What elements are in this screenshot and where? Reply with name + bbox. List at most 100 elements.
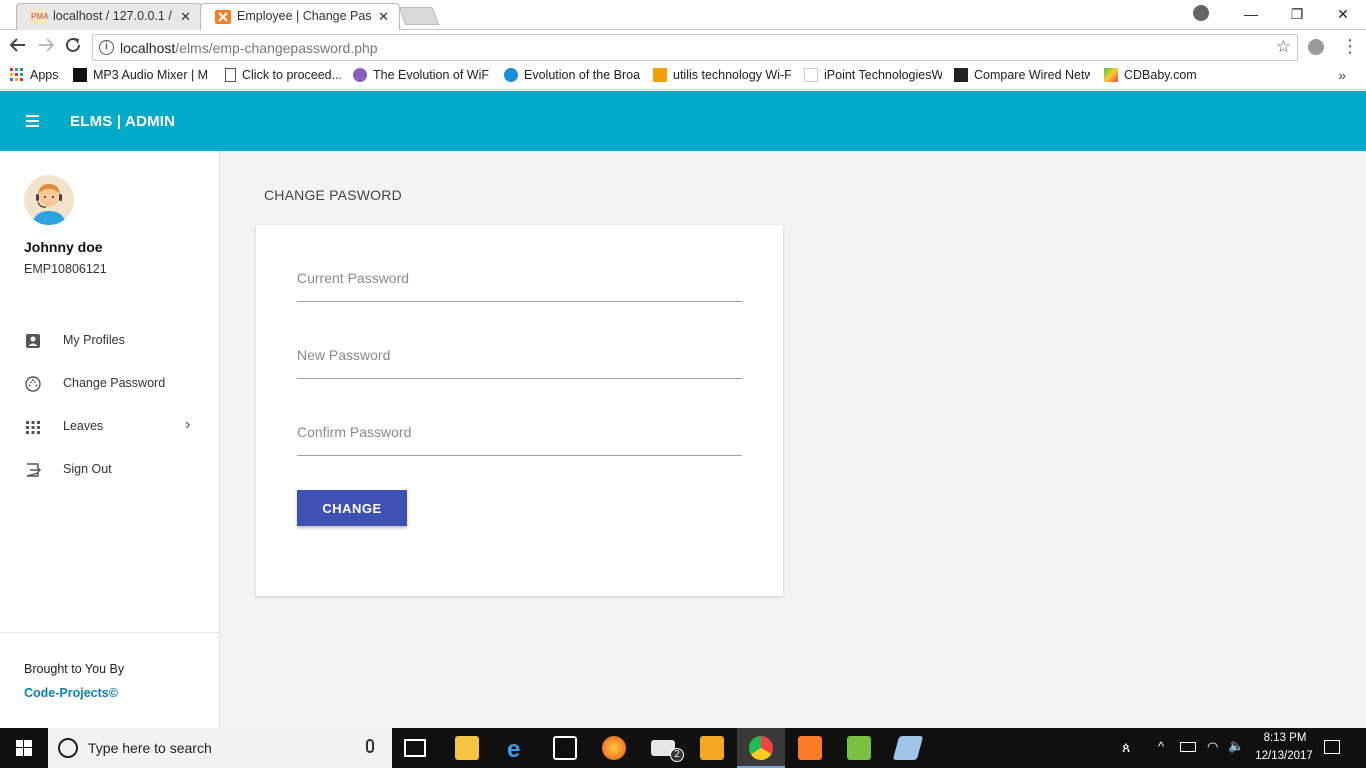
sidebar-item-my-profiles[interactable]: My Profiles <box>0 319 219 362</box>
mixer-icon <box>73 68 87 82</box>
svg-text:e: e <box>507 736 520 760</box>
window-controls: — ❐ ✕ <box>1228 0 1366 30</box>
tab-title: Employee | Change Passw <box>237 9 371 23</box>
footer-link[interactable]: Code-Projects© <box>24 686 118 700</box>
globe-icon <box>504 68 518 82</box>
utilis-icon <box>653 68 667 82</box>
forward-arrow-icon[interactable] <box>35 36 57 58</box>
taskbar-search-placeholder: Type here to search <box>88 740 212 756</box>
sidebar-item-change-password[interactable]: Change Password <box>0 362 219 405</box>
bookmark-label: Apps <box>30 68 59 82</box>
avatar <box>24 175 74 225</box>
task-view-icon[interactable] <box>404 739 426 757</box>
blank-icon <box>804 68 818 82</box>
url-host: localhost <box>120 40 176 56</box>
wifi-tray-icon[interactable]: ◠ <box>1207 739 1218 755</box>
chevron-up-icon[interactable]: ^ <box>1158 739 1164 754</box>
media-player-icon[interactable] <box>700 736 724 760</box>
main-content: CHANGE PASWORD CHANGE <box>221 151 1366 728</box>
sidebar-item-leaves[interactable]: Leaves › <box>0 405 219 448</box>
bookmarks-bar: Apps MP3 Audio Mixer | M Click to procee… <box>0 64 1366 90</box>
volume-icon[interactable]: 🔈 <box>1228 738 1244 754</box>
close-tab-icon[interactable]: ✕ <box>180 4 191 29</box>
current-password-input[interactable] <box>297 262 742 286</box>
confirm-password-input[interactable] <box>297 416 742 440</box>
browser-tab-phpmyadmin[interactable]: PMA localhost / 127.0.0.1 / elm ✕ <box>16 3 202 30</box>
notification-icon[interactable] <box>1324 740 1340 754</box>
file-explorer-icon[interactable] <box>455 736 479 760</box>
bookmark-apps[interactable]: Apps <box>10 68 59 82</box>
chrome-icon[interactable] <box>749 736 773 760</box>
browser-tab-change-password[interactable]: Employee | Change Passw ✕ <box>200 3 400 30</box>
edge-icon[interactable]: e <box>504 736 528 763</box>
notepad-plus-icon[interactable] <box>847 736 871 760</box>
cortana-icon <box>58 738 78 758</box>
app-icon[interactable] <box>892 736 924 760</box>
back-arrow-icon[interactable] <box>7 36 29 58</box>
bookmark-cdbaby[interactable]: CDBaby.com <box>1104 68 1197 82</box>
taskbar-clock-time[interactable]: 8:13 PM <box>1256 732 1314 744</box>
bookmark-evolution-wifi[interactable]: The Evolution of WiFi <box>353 68 489 82</box>
taskbar-search[interactable]: Type here to search <box>48 728 392 768</box>
bookmark-label: MP3 Audio Mixer | M <box>93 68 209 82</box>
chevron-right-icon[interactable]: › <box>185 416 190 434</box>
xampp-icon <box>215 10 231 24</box>
reload-icon[interactable] <box>62 36 84 58</box>
browser-toolbar: i localhost/elms/emp-changepassword.php … <box>0 30 1366 64</box>
minimize-button[interactable]: — <box>1228 0 1274 28</box>
bookmark-ipoint[interactable]: iPoint TechnologiesW <box>804 68 942 82</box>
bookmark-label: iPoint TechnologiesW <box>824 68 942 82</box>
browser-menu-icon[interactable]: ⋮ <box>1341 36 1359 57</box>
current-password-field <box>297 262 742 302</box>
app-brand: ELMS | ADMIN <box>70 113 176 130</box>
change-button[interactable]: CHANGE <box>297 490 407 526</box>
cdbaby-icon <box>1104 68 1118 82</box>
windows-start-icon[interactable] <box>0 728 48 768</box>
bookmarks-overflow-icon[interactable]: » <box>1338 67 1346 83</box>
people-icon[interactable]: ጰ <box>1122 739 1130 756</box>
user-name: Johnny doe <box>24 239 103 255</box>
sidebar-item-sign-out[interactable]: Sign Out <box>0 448 219 491</box>
sign-out-icon <box>25 462 41 478</box>
bookmark-utilis[interactable]: utilis technology Wi-F <box>653 68 791 82</box>
new-tab-button[interactable] <box>398 7 440 25</box>
profile-icon[interactable] <box>1193 5 1209 21</box>
microphone-icon[interactable] <box>366 739 374 753</box>
bookmark-label: CDBaby.com <box>1124 68 1197 82</box>
change-password-card: CHANGE <box>256 225 783 596</box>
sidebar-footer: Brought to You By Code-Projects© <box>0 632 219 728</box>
info-icon[interactable]: i <box>99 40 114 55</box>
sidebar: Johnny doe EMP10806121 My Profiles Chang… <box>0 151 220 728</box>
taskbar-clock-date[interactable]: 12/13/2017 <box>1250 750 1318 762</box>
sidebar-menu: My Profiles Change Password Leaves › Sig… <box>0 319 219 491</box>
store-icon[interactable] <box>553 736 577 760</box>
xampp-taskbar-icon[interactable] <box>798 736 822 760</box>
hamburger-menu-icon[interactable] <box>26 115 39 127</box>
close-window-button[interactable]: ✕ <box>1320 0 1366 28</box>
restore-button[interactable]: ❐ <box>1274 0 1320 28</box>
bookmark-label: Evolution of the Broa <box>524 68 640 82</box>
user-id: EMP10806121 <box>24 262 107 276</box>
bookmark-compare-wired[interactable]: Compare Wired Netw <box>954 68 1090 82</box>
sidebar-item-label: My Profiles <box>63 333 125 347</box>
bookmark-label: utilis technology Wi-F <box>673 68 791 82</box>
bookmark-click-to-proceed[interactable]: Click to proceed... <box>225 68 345 82</box>
url-text: localhost/elms/emp-changepassword.php <box>120 40 378 56</box>
bookmark-evolution-broadband[interactable]: Evolution of the Broa <box>504 68 640 82</box>
firefox-icon[interactable] <box>602 736 626 760</box>
sidebar-item-label: Sign Out <box>63 462 112 476</box>
extension-icon[interactable] <box>1308 39 1324 55</box>
bookmark-mp3-mixer[interactable]: MP3 Audio Mixer | M <box>73 68 211 82</box>
close-tab-icon[interactable]: ✕ <box>378 4 389 29</box>
windows-taskbar: Type here to search e 2 ጰ ^ ◠ 🔈 8:13 PM … <box>0 728 1366 768</box>
wifi-icon <box>353 68 367 82</box>
bookmark-star-icon[interactable]: ☆ <box>1276 37 1291 57</box>
footer-credit: Brought to You By <box>24 662 125 676</box>
grid-dots-icon <box>25 419 41 435</box>
apps-grid-icon <box>10 68 24 82</box>
new-password-input[interactable] <box>297 339 742 363</box>
battery-icon[interactable] <box>1180 742 1196 752</box>
address-bar[interactable]: i localhost/elms/emp-changepassword.php … <box>92 34 1298 61</box>
g-icon <box>954 68 968 82</box>
page-icon <box>225 68 236 82</box>
